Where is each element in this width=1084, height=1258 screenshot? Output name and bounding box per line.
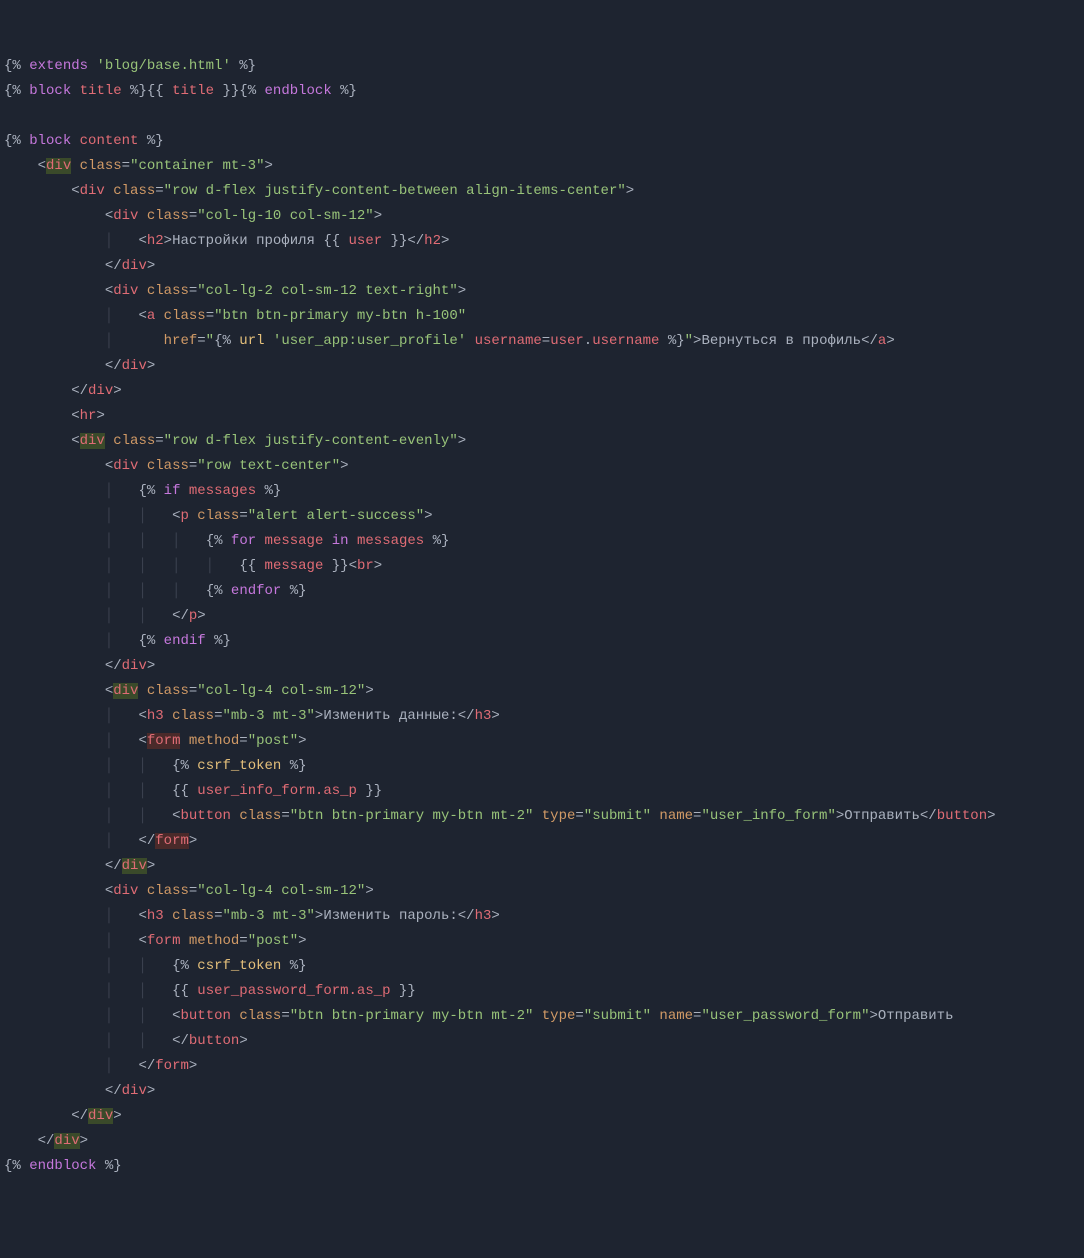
code-line: </div> [4, 354, 1080, 379]
code-line: <div class="col-lg-4 col-sm-12"> [4, 679, 1080, 704]
code-line: {% endblock %} [4, 1154, 1080, 1179]
code-line: │ </form> [4, 1054, 1080, 1079]
code-line: {% extends 'blog/base.html' %} [4, 54, 1080, 79]
code-line: <div class="col-lg-10 col-sm-12"> [4, 204, 1080, 229]
code-line: │ <h3 class="mb-3 mt-3">Изменить данные:… [4, 704, 1080, 729]
code-line: │ <h3 class="mb-3 mt-3">Изменить пароль:… [4, 904, 1080, 929]
code-line: </div> [4, 1129, 1080, 1154]
code-line: </div> [4, 654, 1080, 679]
code-line: </div> [4, 854, 1080, 879]
code-line: │ href="{% url 'user_app:user_profile' u… [4, 329, 1080, 354]
code-line: {% block content %} [4, 129, 1080, 154]
code-line: │ │ </button> [4, 1029, 1080, 1054]
code-line: <hr> [4, 404, 1080, 429]
code-line: │ │ {% csrf_token %} [4, 754, 1080, 779]
code-line: │ │ │ │ {{ message }}<br> [4, 554, 1080, 579]
code-line: │ │ <p class="alert alert-success"> [4, 504, 1080, 529]
code-line [4, 104, 1080, 129]
code-line: {% block title %}{{ title }}{% endblock … [4, 79, 1080, 104]
code-line: │ │ {{ user_info_form.as_p }} [4, 779, 1080, 804]
code-line: </div> [4, 379, 1080, 404]
code-line: │ │ │ {% endfor %} [4, 579, 1080, 604]
code-line: <div class="row d-flex justify-content-e… [4, 429, 1080, 454]
code-line: <div class="col-lg-4 col-sm-12"> [4, 879, 1080, 904]
code-line: │ │ {{ user_password_form.as_p }} [4, 979, 1080, 1004]
code-line: │ </form> [4, 829, 1080, 854]
code-line: <div class="col-lg-2 col-sm-12 text-righ… [4, 279, 1080, 304]
code-line: </div> [4, 254, 1080, 279]
code-line: │ <h2>Настройки профиля {{ user }}</h2> [4, 229, 1080, 254]
code-line: </div> [4, 1104, 1080, 1129]
code-line: <div class="row d-flex justify-content-b… [4, 179, 1080, 204]
code-line: │ │ │ {% for message in messages %} [4, 529, 1080, 554]
code-line: </div> [4, 1079, 1080, 1104]
code-line: <div class="container mt-3"> [4, 154, 1080, 179]
code-line: │ <form method="post"> [4, 729, 1080, 754]
code-line: │ {% if messages %} [4, 479, 1080, 504]
code-line: │ │ <button class="btn btn-primary my-bt… [4, 804, 1080, 829]
code-line: │ {% endif %} [4, 629, 1080, 654]
code-line: │ │ </p> [4, 604, 1080, 629]
code-line: │ │ <button class="btn btn-primary my-bt… [4, 1004, 1080, 1029]
code-line: │ <form method="post"> [4, 929, 1080, 954]
code-line: │ <a class="btn btn-primary my-btn h-100… [4, 304, 1080, 329]
code-line: │ │ {% csrf_token %} [4, 954, 1080, 979]
code-line: <div class="row text-center"> [4, 454, 1080, 479]
code-editor[interactable]: {% extends 'blog/base.html' %}{% block t… [4, 54, 1080, 1179]
